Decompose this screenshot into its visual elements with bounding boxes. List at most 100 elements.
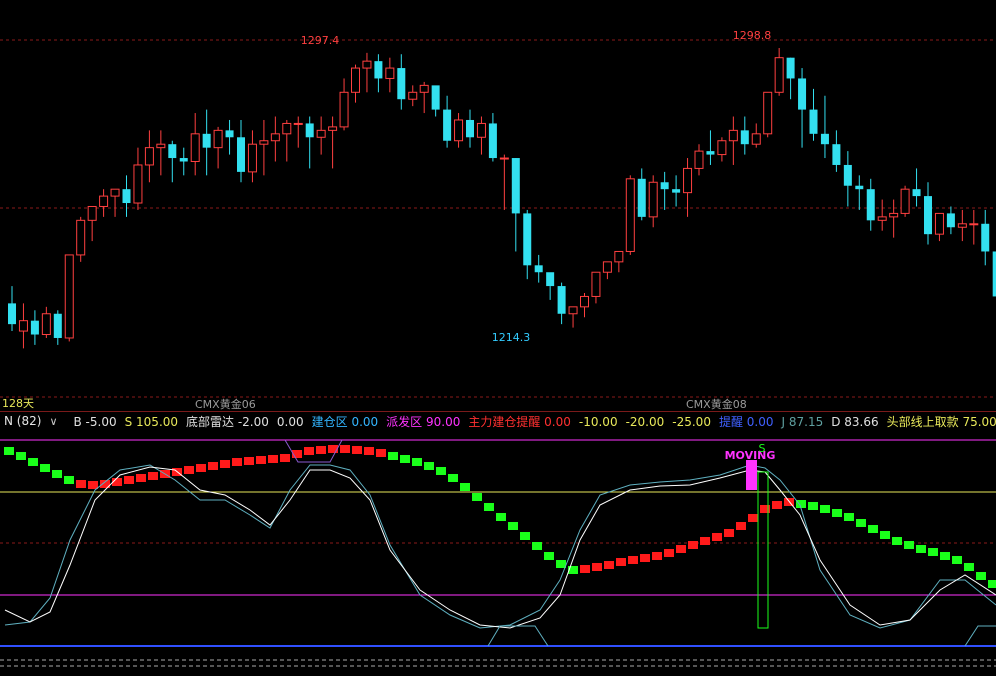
indicator-value: 底部雷达 -2.00 bbox=[186, 414, 269, 429]
ladder-square bbox=[388, 452, 398, 460]
price-annotation: 1214.3 bbox=[492, 331, 531, 344]
candle-body bbox=[122, 189, 131, 204]
ladder-square bbox=[76, 480, 86, 488]
contract-label: CMX黄金08 bbox=[686, 397, 747, 411]
candle-body bbox=[568, 306, 578, 315]
candle-body bbox=[270, 133, 280, 142]
candle-body bbox=[237, 137, 245, 172]
ladder-square bbox=[688, 541, 698, 549]
ladder-square bbox=[628, 556, 638, 564]
ladder-square bbox=[316, 446, 326, 454]
candle-body bbox=[981, 223, 990, 252]
candle-body bbox=[213, 129, 223, 149]
candle-body bbox=[694, 150, 704, 169]
j-line bbox=[4, 464, 996, 629]
candle-body bbox=[946, 213, 955, 228]
candle-body bbox=[557, 286, 566, 314]
candle-body bbox=[957, 223, 967, 228]
ladder-square bbox=[16, 452, 26, 460]
indicator-value: -25.00 bbox=[672, 414, 711, 429]
indicator-value: 头部线上取款 75.00 bbox=[886, 414, 996, 429]
candle-body bbox=[534, 265, 543, 273]
indicator-selector[interactable]: N (82) ∨ bbox=[4, 414, 66, 428]
signal-bar bbox=[746, 460, 757, 490]
ladder-square bbox=[892, 537, 902, 545]
signal-marker: S bbox=[759, 442, 766, 455]
candle-body bbox=[156, 143, 166, 149]
kline-chart[interactable]: 1297.4 1298.8 1214.3 128天 CMX黄金06 CMX黄金08 MOVI… bbox=[0, 0, 996, 676]
ladder-square bbox=[580, 565, 590, 573]
ladder-square bbox=[136, 474, 146, 482]
candle-body bbox=[546, 272, 555, 287]
indicator-values: B -5.00 S 105.00 底部雷达 -2.00 0.00 建仓区 0.00 派发区… bbox=[74, 413, 996, 430]
ladder-square bbox=[280, 454, 290, 462]
zone-band bbox=[964, 625, 996, 647]
d-line bbox=[4, 466, 996, 629]
candle-body bbox=[419, 84, 429, 93]
indicator-bar: N (82) ∨ B -5.00 S 105.00 底部雷达 -2.00 0.00 建仓区… bbox=[0, 411, 996, 430]
ladder-square bbox=[220, 460, 230, 468]
indicator-value: B -5.00 bbox=[73, 414, 117, 429]
candle-body bbox=[431, 85, 440, 110]
candle-body bbox=[763, 91, 773, 135]
candle-body bbox=[934, 212, 944, 235]
ladder-square bbox=[52, 470, 62, 478]
candle-body bbox=[889, 212, 899, 218]
chevron-down-icon[interactable]: ∨ bbox=[49, 415, 57, 428]
indicator-value: 建仓区 0.00 bbox=[311, 414, 379, 429]
candle-body bbox=[660, 182, 669, 190]
price-annotation: 1298.8 bbox=[733, 29, 772, 42]
ladder-square bbox=[244, 457, 254, 465]
candle-body bbox=[798, 78, 807, 110]
ladder-square bbox=[844, 513, 854, 521]
ladder-square bbox=[604, 561, 614, 569]
candle-body bbox=[809, 109, 818, 134]
candle-body bbox=[99, 195, 109, 207]
ladder-square bbox=[556, 560, 566, 568]
candle-body bbox=[924, 196, 932, 235]
indicator-value: 0.00 bbox=[276, 414, 304, 429]
ladder-square bbox=[184, 466, 194, 474]
ladder-square bbox=[532, 542, 542, 550]
candle-body bbox=[41, 313, 51, 336]
ladder-square bbox=[652, 552, 662, 560]
ladder-square bbox=[832, 509, 842, 517]
candle-body bbox=[202, 133, 211, 148]
indicator-value: 提醒 0.00 bbox=[718, 414, 774, 429]
candle-body bbox=[614, 250, 624, 263]
ladder-square bbox=[256, 456, 266, 464]
ladder-square bbox=[208, 462, 218, 470]
candle-body bbox=[476, 122, 486, 138]
candle-body bbox=[523, 213, 532, 266]
candle-body bbox=[247, 143, 257, 173]
candle-body bbox=[843, 164, 852, 186]
ladder-square bbox=[592, 563, 602, 571]
candle-body bbox=[580, 295, 589, 308]
ladder-square bbox=[4, 447, 14, 455]
indicator-value: -20.00 bbox=[625, 414, 665, 429]
ladder-square bbox=[640, 554, 650, 562]
indicator-value: 主力建仓提醒 0.00 bbox=[468, 414, 571, 429]
candle-body bbox=[855, 185, 864, 190]
ladder-square bbox=[772, 501, 782, 509]
contract-label: CMX黄金06 bbox=[195, 397, 256, 411]
candle-body bbox=[877, 216, 887, 221]
ladder-square bbox=[700, 537, 710, 545]
candle-body bbox=[293, 122, 303, 125]
ladder-square bbox=[820, 505, 830, 513]
ladder-square bbox=[124, 476, 134, 484]
candle-body bbox=[488, 123, 497, 159]
candle-body bbox=[110, 188, 120, 197]
candle-body bbox=[820, 133, 829, 145]
candle-body bbox=[305, 123, 314, 138]
ladder-square bbox=[376, 449, 386, 457]
candle-body bbox=[339, 91, 349, 128]
ladder-square bbox=[676, 545, 686, 553]
ladder-square bbox=[400, 455, 410, 463]
ladder-square bbox=[436, 467, 446, 475]
candle-body bbox=[30, 320, 39, 335]
ladder-square bbox=[148, 472, 158, 480]
candle-body bbox=[591, 271, 601, 297]
candle-body bbox=[672, 189, 681, 193]
ladder-square bbox=[616, 558, 626, 566]
